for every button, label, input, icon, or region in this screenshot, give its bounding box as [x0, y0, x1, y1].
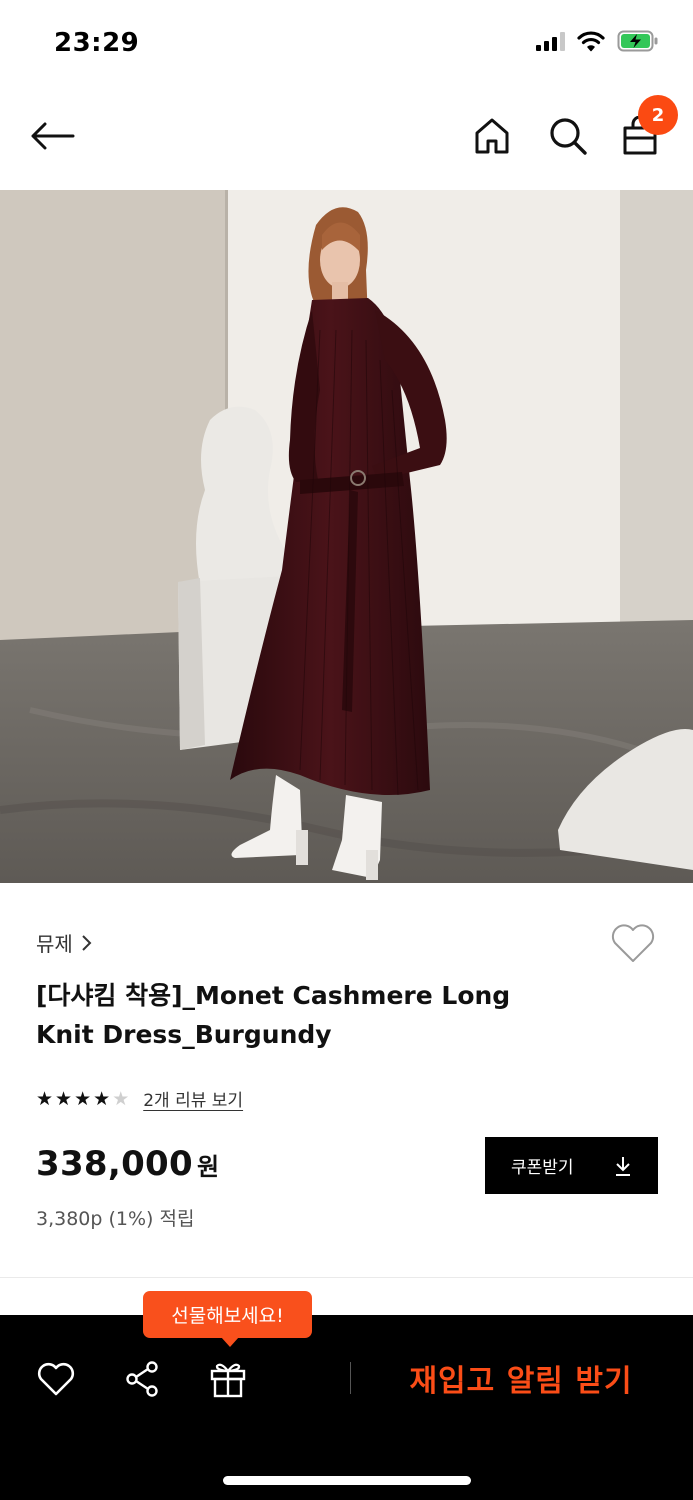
product-title-line1: [다샤킴 착용]_Monet Cashmere Long	[36, 981, 511, 1010]
top-nav-bar	[0, 88, 693, 190]
price-currency: 원	[196, 1153, 220, 1181]
product-title: [다샤킴 착용]_Monet Cashmere Long Knit Dress_…	[36, 976, 596, 1054]
share-icon	[126, 1361, 158, 1397]
product-photo[interactable]	[0, 190, 693, 883]
back-button[interactable]	[28, 112, 76, 160]
gift-icon	[210, 1363, 246, 1398]
star-filled-icon: ★	[36, 1087, 54, 1110]
share-button[interactable]	[120, 1357, 164, 1401]
rating-row: ★ ★ ★ ★ ★ 2개 리뷰 보기	[36, 1086, 243, 1112]
restock-alert-button[interactable]: 재입고 알림 받기	[392, 1351, 650, 1405]
cellular-signal-icon	[536, 31, 565, 51]
price: 338,000 원	[36, 1144, 219, 1184]
star-filled-icon: ★	[55, 1087, 73, 1110]
status-time: 23:29	[54, 28, 140, 58]
home-icon	[475, 118, 509, 154]
rating-stars: ★ ★ ★ ★ ★	[36, 1088, 129, 1110]
brand-name: 뮤제	[36, 932, 73, 956]
download-icon	[616, 1156, 630, 1176]
home-indicator	[223, 1476, 471, 1485]
price-value: 338,000	[36, 1144, 193, 1184]
chevron-right-icon	[82, 934, 92, 951]
status-icons	[536, 30, 659, 52]
heart-icon	[37, 1362, 75, 1396]
wishlist-button[interactable]	[608, 918, 658, 968]
bottom-bar-separator	[350, 1362, 351, 1394]
heart-outline-icon	[611, 924, 655, 962]
review-link[interactable]: 2개 리뷰 보기	[143, 1086, 243, 1111]
brand-link[interactable]: 뮤제	[36, 928, 93, 957]
star-empty-icon: ★	[112, 1087, 130, 1110]
battery-charging-icon	[617, 30, 658, 52]
cart-count-badge: 2	[638, 95, 678, 135]
search-button[interactable]	[544, 112, 592, 160]
wifi-icon	[577, 31, 605, 52]
product-title-line2: Knit Dress_Burgundy	[36, 1020, 332, 1049]
arrow-left-icon	[31, 122, 75, 150]
coupon-download-button[interactable]: 쿠폰받기	[485, 1137, 658, 1194]
star-filled-icon: ★	[74, 1087, 92, 1110]
product-photo-illustration	[0, 190, 693, 883]
bottom-action-bar: 재입고 알림 받기	[0, 1315, 693, 1500]
status-bar: 23:29	[0, 0, 693, 88]
gift-tooltip: 선물해보세요!	[143, 1291, 312, 1347]
star-filled-icon: ★	[93, 1087, 111, 1110]
section-divider	[0, 1277, 693, 1278]
home-button[interactable]	[468, 112, 516, 160]
search-icon	[550, 118, 587, 155]
wishlist-bottom-button[interactable]	[34, 1357, 78, 1401]
coupon-label: 쿠폰받기	[511, 1158, 574, 1178]
gift-button[interactable]	[206, 1357, 250, 1401]
reward-points: 3,380p (1%) 적립	[36, 1208, 195, 1230]
